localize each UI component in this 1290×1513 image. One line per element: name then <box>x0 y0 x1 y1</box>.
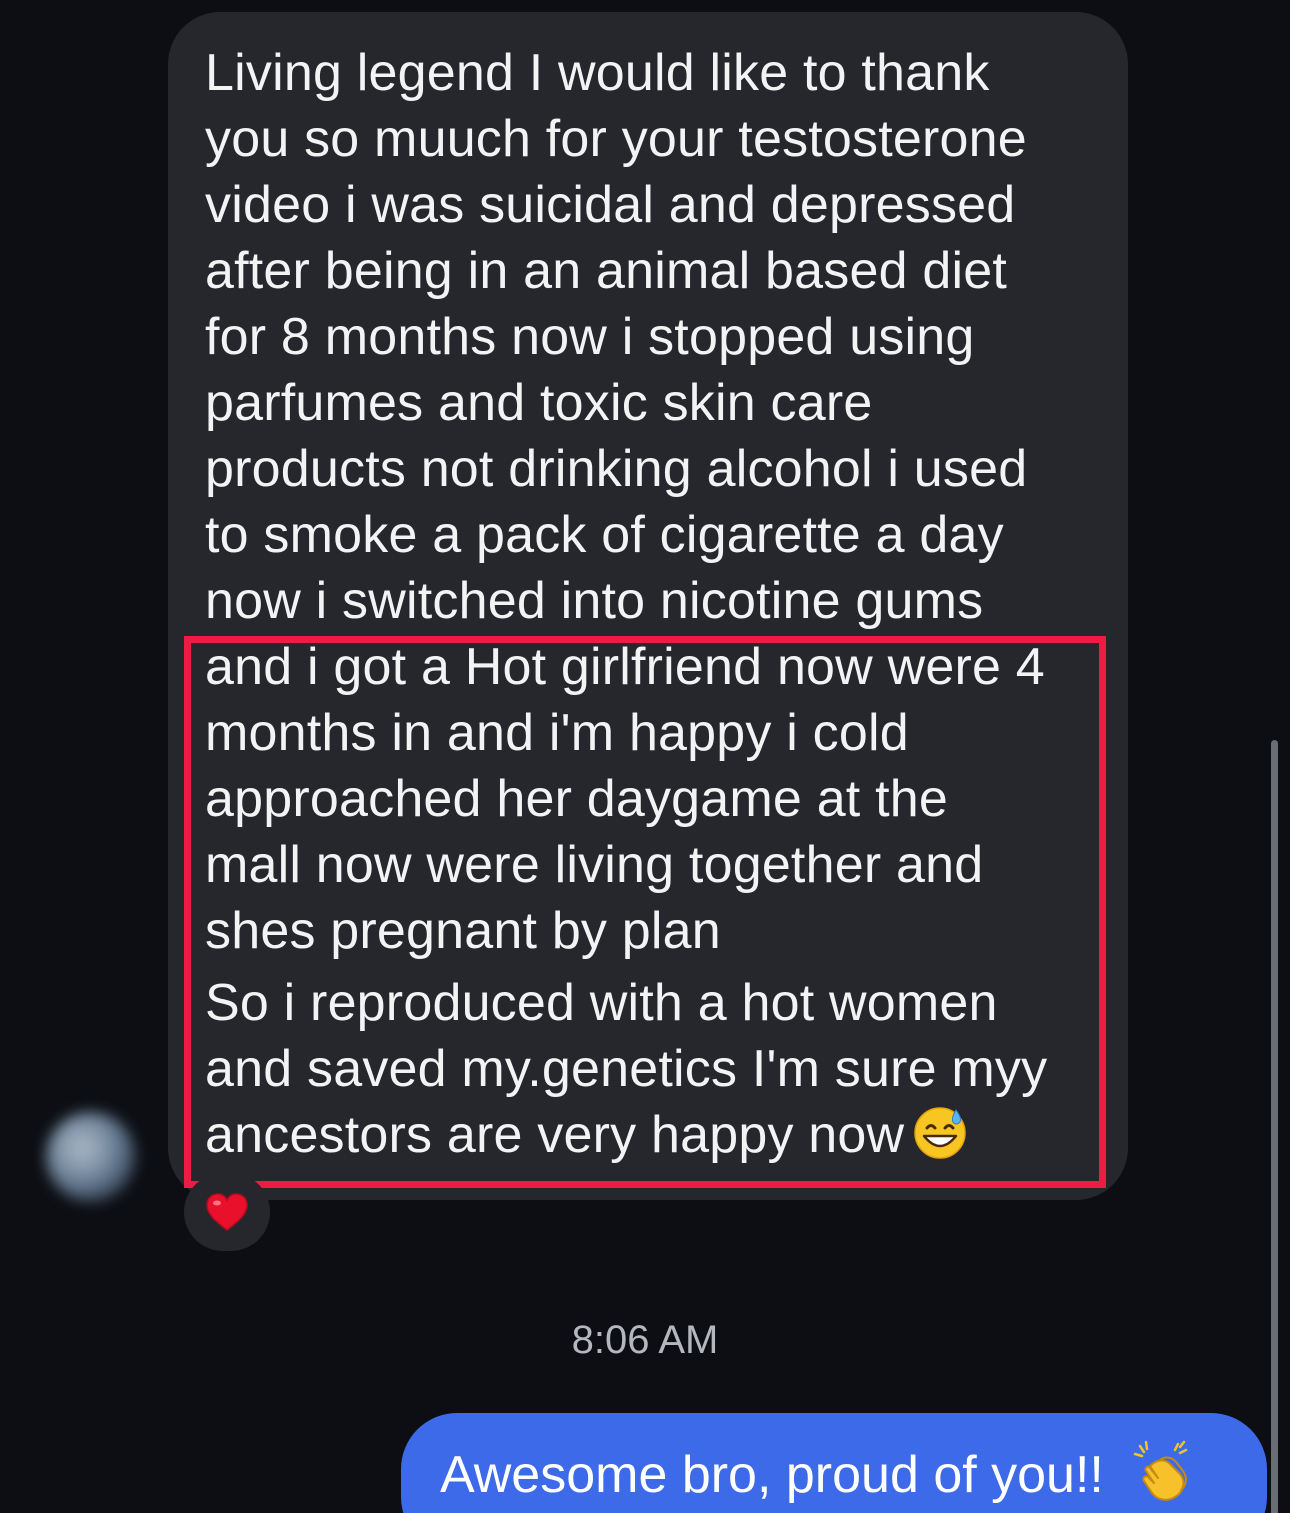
chat-screen: Living legend I would like to thank you … <box>0 0 1290 1513</box>
incoming-message-text: Living legend I would like to thank you … <box>205 40 1105 1168</box>
message-line-highlighted: approached her daygame at the <box>205 770 948 828</box>
message-line: Living legend I would like to thank <box>205 44 990 102</box>
message-line-highlighted: shes pregnant by plan <box>205 902 721 960</box>
message-line: to smoke a pack of cigarette a day <box>205 506 1004 564</box>
message-line-highlighted: and i got a Hot girlfriend now were 4 <box>205 638 1045 696</box>
scrollbar[interactable] <box>1271 740 1278 1513</box>
message-line: for 8 months now i stopped using <box>205 308 975 366</box>
heart-icon <box>206 1193 248 1231</box>
sender-avatar[interactable] <box>46 1112 136 1202</box>
message-line: after being in an animal based diet <box>205 242 1007 300</box>
grinning-sweat-emoji-icon <box>914 1107 967 1159</box>
message-line-highlighted: months in and i'm happy i cold <box>205 704 909 762</box>
message-line: you so muuch for your testosterone <box>205 110 1027 168</box>
message-line-text: ancestors are very happy now <box>205 1106 905 1164</box>
message-line-highlighted: and saved my.genetics I'm sure myy <box>205 1040 1048 1098</box>
heart-reaction-badge[interactable] <box>184 1173 270 1251</box>
clapping-hands-emoji-icon <box>1134 1440 1188 1501</box>
message-line: now i switched into nicotine gums <box>205 572 984 630</box>
outgoing-message-label: Awesome bro, proud of you!! <box>440 1446 1104 1504</box>
message-line: parfumes and toxic skin care <box>205 374 873 432</box>
message-line-highlighted-last: ancestors are very happy now <box>205 1102 1105 1168</box>
message-timestamp: 8:06 AM <box>571 1318 719 1362</box>
message-line-highlighted: So i reproduced with a hot women <box>205 974 998 1032</box>
message-line-highlighted: mall now were living together and <box>205 836 984 894</box>
message-line: video i was suicidal and depressed <box>205 176 1016 234</box>
outgoing-message-text: Awesome bro, proud of you!! <box>440 1440 1194 1510</box>
message-line: products not drinking alcohol i used <box>205 440 1028 498</box>
